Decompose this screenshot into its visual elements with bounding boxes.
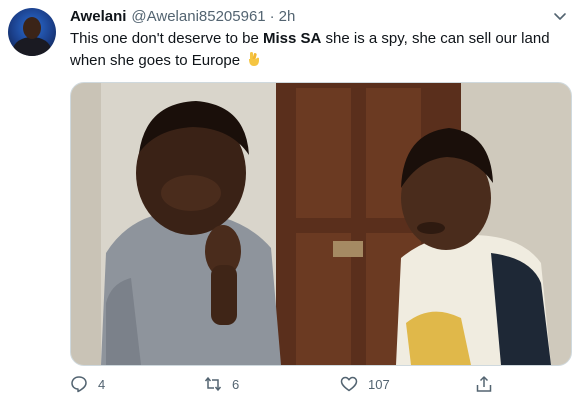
crossed-fingers-emoji — [247, 51, 261, 67]
avatar-shoulders — [13, 37, 51, 56]
like-button[interactable]: 107 — [340, 372, 390, 396]
author-handle[interactable]: @Awelani85205961 — [131, 8, 265, 25]
reply-count: 4 — [98, 376, 106, 392]
tweet-text-before: This one don't deserve to be — [70, 30, 263, 47]
avatar-face — [23, 17, 41, 39]
heart-icon — [340, 376, 358, 392]
tweet-time[interactable]: 2h — [279, 8, 296, 25]
author-name[interactable]: Awelani — [70, 8, 126, 25]
separator: · — [269, 7, 275, 25]
chevron-down-icon[interactable] — [552, 8, 568, 24]
tweet-actions: 4 6 107 — [70, 372, 500, 396]
retweet-button[interactable]: 6 — [204, 372, 239, 396]
retweet-icon — [204, 376, 222, 392]
like-count: 107 — [368, 376, 390, 392]
tweet-text-bold: Miss SA — [263, 30, 322, 47]
reply-icon — [71, 376, 87, 393]
tweet[interactable]: Awelani @Awelani85205961 · 2h This one d… — [0, 0, 578, 400]
retweet-count: 6 — [232, 376, 240, 392]
avatar[interactable] — [8, 8, 56, 56]
share-button[interactable] — [475, 372, 503, 396]
tweet-image[interactable] — [70, 82, 572, 366]
reply-button[interactable]: 4 — [70, 372, 105, 396]
tweet-header: Awelani @Awelani85205961 · 2h — [70, 6, 295, 26]
tweet-text: This one don't deserve to be Miss SA she… — [70, 28, 570, 72]
share-icon — [476, 376, 492, 392]
